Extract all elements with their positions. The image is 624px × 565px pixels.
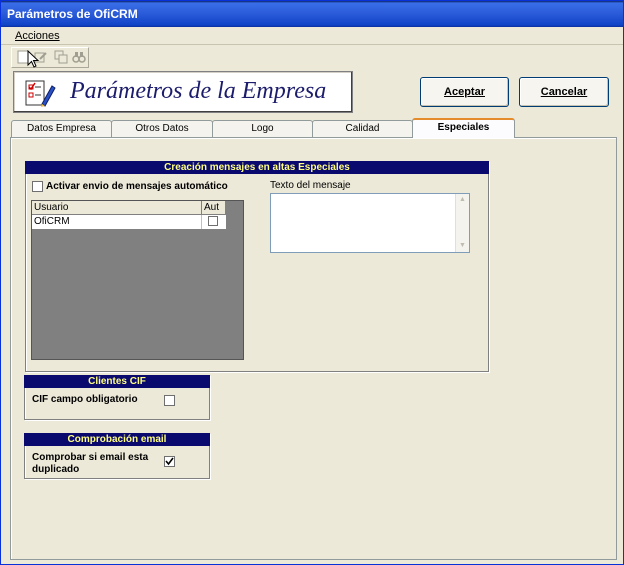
checkmark-icon	[165, 457, 174, 466]
mensajes-group-title: Creación mensajes en altas Especiales	[25, 161, 489, 174]
message-text-label: Texto del mensaje	[270, 180, 351, 191]
tab-strip: Datos Empresa Otros Datos Logo Calidad E…	[1, 118, 623, 138]
menu-acciones-label: Acciones	[15, 30, 60, 42]
cell-usuario: OfiCRM	[32, 215, 202, 229]
page-title: Parámetros de la Empresa	[70, 78, 327, 104]
binoculars-icon[interactable]	[71, 50, 87, 66]
cell-aut-checkbox[interactable]	[208, 216, 218, 226]
tab-calidad[interactable]: Calidad	[312, 120, 413, 137]
copy-icon[interactable]	[53, 50, 69, 66]
email-duplicate-label-line2: duplicado	[32, 464, 80, 475]
users-grid[interactable]: Usuario Aut OfiCRM	[31, 200, 244, 360]
tab-logo[interactable]: Logo	[212, 120, 313, 137]
email-check-title: Comprobación email	[24, 433, 210, 446]
message-scrollbar[interactable]: ▲ ▼	[455, 194, 469, 252]
auto-messages-label: Activar envio de mensajes automático	[46, 181, 228, 192]
accept-button[interactable]: Aceptar	[420, 77, 509, 107]
scroll-up-icon[interactable]: ▲	[456, 194, 469, 206]
menu-bar: Acciones	[1, 27, 623, 45]
column-header-usuario[interactable]: Usuario	[32, 201, 202, 215]
table-row[interactable]: OfiCRM	[32, 215, 226, 229]
column-header-aut[interactable]: Aut	[202, 201, 226, 215]
settings-checklist-icon	[25, 80, 56, 107]
users-grid-header: Usuario Aut	[32, 201, 226, 215]
cif-required-label: CIF campo obligatorio	[32, 394, 138, 405]
tab-especiales[interactable]: Especiales	[412, 118, 515, 138]
accept-button-label: Aceptar	[444, 86, 485, 98]
title-bar: Parámetros de OfiCRM	[1, 1, 623, 27]
tab-datos-empresa[interactable]: Datos Empresa	[11, 120, 112, 137]
cancel-button-label: Cancelar	[540, 86, 588, 98]
message-text-field[interactable]: ▲ ▼	[270, 193, 470, 253]
toolbar	[11, 47, 89, 68]
clientes-cif-title: Clientes CIF	[24, 375, 210, 388]
tab-otros-datos[interactable]: Otros Datos	[111, 120, 213, 137]
mouse-cursor-icon	[27, 50, 40, 68]
menu-acciones[interactable]: Acciones	[15, 30, 60, 42]
window-title: Parámetros de OfiCRM	[7, 7, 138, 21]
cif-required-checkbox[interactable]	[164, 395, 175, 406]
window: Parámetros de OfiCRM Acciones Parámetros…	[0, 0, 624, 565]
email-duplicate-label-line1: Comprobar si email esta	[32, 452, 149, 463]
cancel-button[interactable]: Cancelar	[519, 77, 609, 107]
scroll-down-icon[interactable]: ▼	[456, 240, 469, 252]
auto-messages-checkbox[interactable]	[32, 181, 43, 192]
page-header: Parámetros de la Empresa	[13, 71, 353, 113]
email-duplicate-checkbox[interactable]	[164, 456, 175, 467]
